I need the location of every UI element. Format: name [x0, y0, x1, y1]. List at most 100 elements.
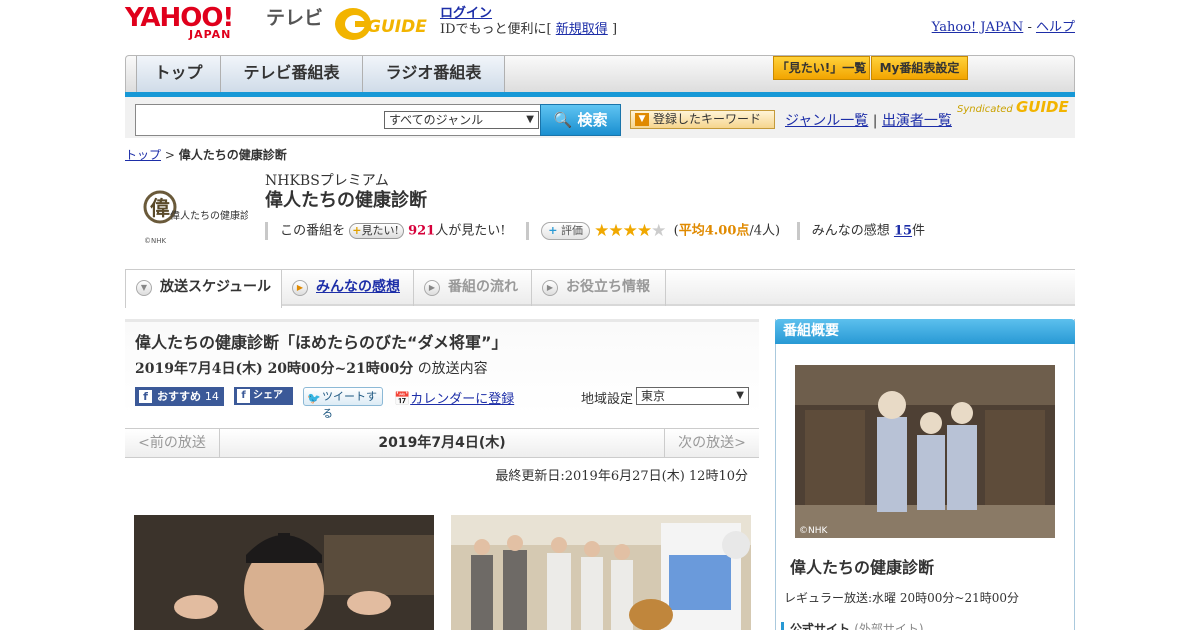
my-program-button[interactable]: My番組表設定: [871, 56, 968, 80]
star-filled-icon: ★: [594, 221, 609, 241]
subtab-flow: ▶ 番組の流れ: [414, 270, 532, 306]
program-stats: この番組を +見たい! 921人が見たい! + 評価 ★★★★★ (平均4.00…: [265, 221, 925, 241]
program-summary-heading: 番組概要: [775, 319, 1075, 344]
subtab-useful-info: ▶ お役立ち情報: [532, 270, 666, 306]
official-site-label: 公式サイト: [790, 622, 851, 630]
syndicated-gguide-text: GUIDE: [1015, 98, 1069, 116]
facebook-share-button[interactable]: f シェア: [234, 387, 293, 405]
rating-button[interactable]: + 評価: [541, 222, 590, 240]
episode-photo-2[interactable]: [451, 515, 751, 630]
gguide-logo-text: GUIDE: [367, 17, 427, 37]
impressions-count-link[interactable]: 15: [894, 224, 912, 239]
search-button-label: 検索: [577, 111, 608, 129]
program-summary-photo[interactable]: ©NHK: [795, 365, 1055, 538]
program-logo: 偉 偉人たちの健康診断 ©NHK: [140, 175, 260, 247]
region-label: 地域設定: [581, 392, 634, 407]
stat-divider: [526, 222, 530, 240]
episode-datetime-value: 2019年7月4日(木) 20時00分~21時00分: [135, 361, 414, 377]
subtab-impressions[interactable]: ▶ みんなの感想: [282, 270, 414, 306]
chevron-right-icon: ▶: [292, 280, 308, 296]
episode-datetime: 2019年7月4日(木) 20時00分~21時00分 の放送内容: [135, 358, 488, 378]
twitter-bird-icon: 🐦: [307, 392, 321, 405]
prev-broadcast-link[interactable]: <前の放送: [125, 429, 220, 457]
help-link[interactable]: ヘルプ: [1036, 20, 1075, 35]
program-summary-photo-graphic: ©NHK: [795, 365, 1055, 538]
nav-tab-tv[interactable]: テレビ番組表: [221, 56, 363, 93]
program-logo-text: 偉人たちの健康診断: [170, 209, 248, 222]
broadcast-pager: <前の放送 2019年7月4日(木) 次の放送>: [125, 428, 759, 458]
plus-icon: +: [548, 224, 558, 237]
episode-photo-1[interactable]: [134, 515, 434, 630]
subtab-schedule[interactable]: ▼ 放送スケジュール: [125, 270, 282, 308]
rating-button-label: 評価: [560, 224, 583, 237]
subtab-label: お役立ち情報: [566, 279, 650, 295]
search-links: ジャンル一覧 | 出演者一覧: [785, 110, 952, 130]
star-filled-icon: ★: [608, 221, 623, 241]
yahoo-japan-logo[interactable]: YAHOO! JAPAN: [125, 5, 263, 41]
login-link[interactable]: ログイン: [440, 6, 492, 21]
genre-select[interactable]: すべてのジャンル ▼: [384, 111, 539, 129]
link-separator: -: [1027, 20, 1032, 35]
facebook-recommend-button[interactable]: f おすすめ 14: [135, 387, 224, 406]
keyword-button-label: 登録したキーワード: [653, 112, 762, 126]
episode-datetime-suffix: の放送内容: [417, 361, 488, 377]
mitai-button[interactable]: +見たい!: [349, 223, 404, 239]
mitai-count: 921: [408, 223, 436, 239]
subtab-label: 番組の流れ: [448, 279, 518, 295]
chevron-down-icon: ▼: [136, 280, 152, 296]
mitai-button-label: 見たい!: [361, 224, 399, 237]
rating-people: /4人): [749, 223, 781, 239]
keyword-button[interactable]: ▼ 登録したキーワード: [630, 110, 775, 129]
genre-list-link[interactable]: ジャンル一覧: [785, 113, 868, 129]
search-link-separator: |: [872, 113, 878, 129]
performer-list-link[interactable]: 出演者一覧: [882, 113, 952, 129]
genre-select-value: すべてのジャンル: [389, 113, 484, 127]
stat-divider: [265, 222, 268, 240]
channel-name: NHKBSプレミアム: [265, 173, 389, 189]
syndicated-label: Syndicated: [957, 104, 1013, 115]
program-title: 偉人たちの健康診断: [265, 190, 427, 211]
stat-divider: [796, 222, 800, 240]
nav-tab-top[interactable]: トップ: [136, 56, 221, 93]
tv-label[interactable]: テレビ: [266, 8, 323, 28]
signup-link[interactable]: 新規取得: [556, 22, 608, 37]
gguide-logo: GUIDE: [335, 8, 427, 40]
facebook-icon: f: [139, 390, 152, 403]
mitai-suffix: 人が見たい!: [435, 223, 506, 239]
current-broadcast-date: 2019年7月4日(木): [378, 435, 506, 451]
search-button[interactable]: 🔍 検索: [540, 104, 621, 136]
plus-icon: +: [352, 224, 362, 237]
star-filled-icon: ★: [636, 221, 652, 241]
program-summary-title: 偉人たちの健康診断: [790, 558, 935, 577]
fb-count: 14: [204, 390, 219, 403]
login-close: ]: [611, 22, 618, 37]
last-updated: 最終更新日:2019年6月27日(木) 12時10分: [495, 469, 748, 484]
japan-logo-text: JAPAN: [189, 28, 232, 41]
dropdown-arrow-icon: ▼: [736, 390, 744, 401]
mitai-prefix: この番組を: [280, 223, 346, 239]
search-icon: 🔍: [553, 111, 573, 129]
tweet-button[interactable]: 🐦 ツイートする: [303, 387, 383, 420]
share-label: シェア: [253, 390, 283, 401]
calendar-link[interactable]: 📅カレンダーに登録: [394, 388, 514, 407]
breadcrumb-top[interactable]: トップ: [125, 148, 161, 162]
region-select-value: 東京: [641, 389, 666, 403]
facebook-icon: f: [237, 389, 250, 403]
breadcrumb-sep: >: [164, 148, 175, 162]
program-logo-credit: ©NHK: [144, 237, 167, 245]
nav-tab-radio[interactable]: ラジオ番組表: [363, 56, 505, 93]
login-desc: IDでもっと便利に[: [440, 22, 552, 37]
subtab-label: みんなの感想: [316, 279, 400, 295]
official-site-link[interactable]: 公式サイト (外部サイト): [781, 622, 924, 630]
program-subtabs: ▼ 放送スケジュール ▶ みんなの感想 ▶ 番組の流れ ▶ お役立ち情報: [125, 269, 1075, 308]
mitai-list-button[interactable]: 「見たい!」一覧: [773, 56, 870, 80]
rating-average: 平均4.00点: [678, 223, 750, 239]
rating-stars: ★★★★★: [594, 221, 666, 241]
region-select[interactable]: 東京 ▼: [636, 387, 749, 405]
calendar-link-label[interactable]: カレンダーに登録: [410, 392, 514, 407]
breadcrumb-current: 偉人たちの健康診断: [178, 148, 287, 162]
subtab-label: 放送スケジュール: [160, 279, 272, 295]
yahoo-japan-link[interactable]: Yahoo! JAPAN: [932, 20, 1024, 35]
episode-title: 偉人たちの健康診断「ほめたらのびた“ダメ将軍”」: [135, 333, 508, 352]
next-broadcast-link[interactable]: 次の放送>: [664, 429, 759, 457]
